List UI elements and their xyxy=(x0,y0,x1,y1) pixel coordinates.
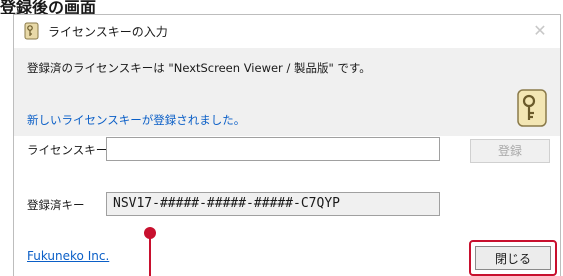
close-button[interactable]: 閉じる xyxy=(475,246,551,270)
message-panel: 登録済のライセンスキーは "NextScreen Viewer / 製品版" で… xyxy=(14,48,560,136)
registered-product-message: 登録済のライセンスキーは "NextScreen Viewer / 製品版" で… xyxy=(27,61,371,75)
annotation-pointer-line xyxy=(149,232,151,276)
key-icon xyxy=(517,89,547,127)
page-heading: 登録後の画面 xyxy=(0,0,97,14)
license-key-input[interactable] xyxy=(106,137,440,161)
register-button[interactable]: 登録 xyxy=(470,139,550,163)
license-dialog: ライセンスキーの入力 ✕ 登録済のライセンスキーは "NextScreen Vi… xyxy=(13,14,561,276)
close-icon[interactable]: ✕ xyxy=(530,21,550,41)
registered-key-label: 登録済キー xyxy=(27,198,85,212)
success-message: 新しいライセンスキーが登録されました。 xyxy=(27,113,246,127)
company-link[interactable]: Fukuneko Inc. xyxy=(27,249,109,263)
registered-key-field: NSV17-#####-#####-#####-C7QYP xyxy=(106,192,440,216)
key-icon xyxy=(24,22,39,40)
close-button-highlight: 閉じる xyxy=(469,240,557,276)
license-key-label: ライセンスキー xyxy=(27,143,108,157)
dialog-titlebar: ライセンスキーの入力 ✕ xyxy=(14,15,560,48)
dialog-title: ライセンスキーの入力 xyxy=(48,25,168,39)
